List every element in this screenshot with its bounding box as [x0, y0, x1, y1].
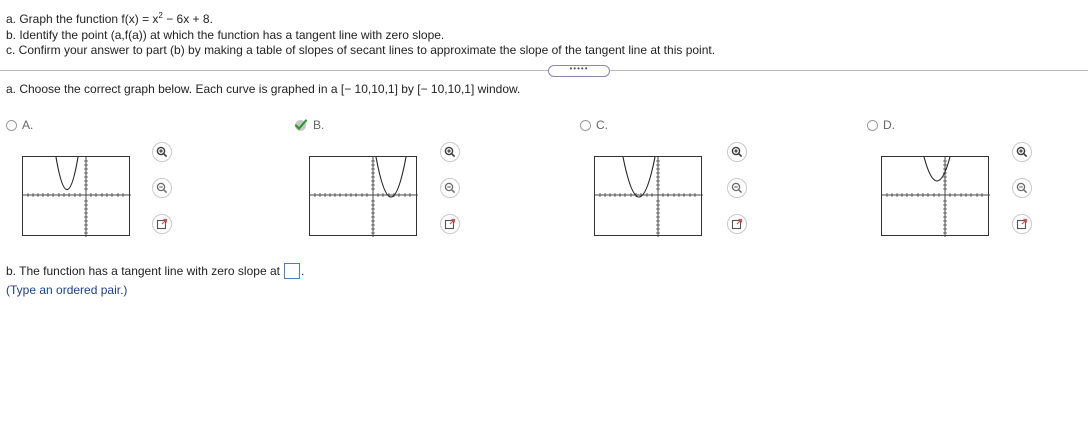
option-c-graph-plot [595, 157, 703, 237]
open-external-icon[interactable] [727, 214, 747, 234]
part-b-prompt: b. The function has a tangent line with … [6, 264, 280, 278]
option-a-graph-plot [23, 157, 131, 237]
question-part-c: c. Confirm your answer to part (b) by ma… [6, 43, 716, 57]
option-a-tools [152, 142, 172, 250]
answer-hint: (Type an ordered pair.) [6, 283, 128, 297]
option-d-label: D. [883, 118, 895, 132]
zoom-in-icon[interactable] [440, 142, 460, 162]
answer-period: . [300, 264, 305, 278]
part-b-answer-line: b. The function has a tangent line with … [6, 263, 304, 279]
option-a-graph [22, 156, 131, 237]
option-d-graph [881, 156, 990, 237]
option-c-radio[interactable] [580, 119, 591, 131]
option-d-radio[interactable] [867, 119, 878, 131]
zoom-in-icon[interactable] [727, 142, 747, 162]
open-external-icon[interactable] [1012, 214, 1032, 234]
correct-check-icon[interactable] [294, 118, 308, 132]
zoom-in-icon[interactable] [152, 142, 172, 162]
question-text: a. Graph the function f(x) = x2 − 6x + 8… [6, 8, 715, 59]
zoom-in-icon[interactable] [1012, 142, 1032, 162]
option-d-graph-plot [882, 157, 990, 237]
zoom-out-icon[interactable] [152, 178, 172, 198]
option-b-label: B. [313, 118, 325, 132]
zoom-out-icon[interactable] [440, 178, 460, 198]
open-external-icon[interactable] [152, 214, 172, 234]
option-b-tools [440, 142, 460, 250]
question-part-a: a. Graph the function f(x) = x2 − 6x + 8… [6, 11, 213, 26]
option-c-label: C. [596, 118, 608, 132]
part-a-instruction: a. Choose the correct graph below. Each … [6, 82, 521, 96]
option-b-graph-plot [310, 157, 418, 237]
option-a-label: A. [22, 118, 34, 132]
option-c-tools [727, 142, 747, 250]
zoom-out-icon[interactable] [727, 178, 747, 198]
section-divider [0, 70, 1088, 71]
answer-input[interactable] [283, 263, 300, 279]
option-d[interactable]: D. [867, 118, 895, 132]
option-a-radio[interactable] [6, 119, 17, 131]
open-external-icon[interactable] [440, 214, 460, 234]
option-d-tools [1012, 142, 1032, 250]
option-b[interactable]: B. [294, 118, 324, 132]
option-a[interactable]: A. [6, 118, 33, 132]
option-c[interactable]: C. [580, 118, 608, 132]
question-part-b: b. Identify the point (a,f(a)) at which … [6, 27, 445, 42]
option-b-graph [309, 156, 418, 237]
zoom-out-icon[interactable] [1012, 178, 1032, 198]
expand-question-button[interactable]: ••••• [548, 65, 610, 77]
option-c-graph [594, 156, 703, 237]
